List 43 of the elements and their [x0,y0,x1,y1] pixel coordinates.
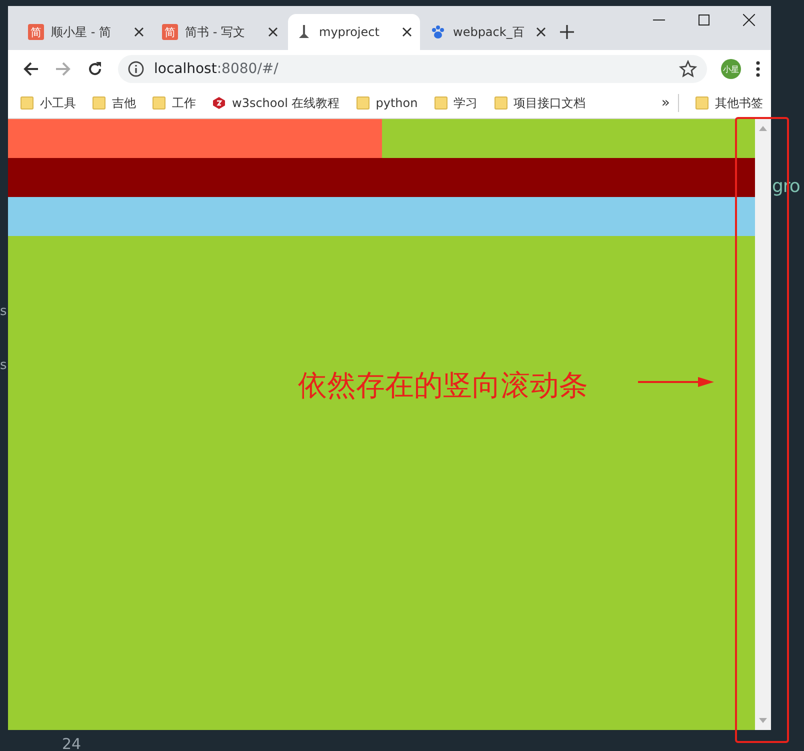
bookmark-item[interactable]: 项目接口文档 [494,94,586,112]
paw-icon [430,24,446,40]
url-text: localhost:8080/#/ [154,61,280,77]
folder-icon [695,96,709,110]
more-bookmarks-button[interactable]: » [661,95,670,111]
code-text: s [0,358,7,373]
bookmark-item[interactable]: 小工具 [20,94,76,112]
folder-icon [152,96,166,110]
folder-icon [494,96,508,110]
star-icon[interactable] [679,60,697,78]
browser-tab[interactable]: 简 简书 - 写文 [154,14,286,50]
bookmark-item[interactable]: 学习 [434,94,478,112]
close-icon[interactable] [743,14,755,26]
maximize-icon[interactable] [698,14,710,26]
back-arrow-icon[interactable] [22,60,40,78]
folder-icon [356,96,370,110]
address-bar[interactable]: localhost:8080/#/ [118,55,707,83]
new-tab-icon[interactable] [560,25,574,39]
code-text: s [0,304,7,319]
bookmark-item[interactable]: 工作 [152,94,196,112]
site-icon: 简 [162,24,178,40]
close-icon[interactable] [402,27,412,37]
annotation-text: 依然存在的竖向滚动条 [298,367,588,404]
bookmark-item[interactable]: 其他书签 [695,94,763,112]
folder-icon [20,96,34,110]
browser-tab[interactable]: webpack_百 [422,14,554,50]
browser-tab[interactable]: 简 顺小星 - 简 [20,14,152,50]
bookmark-item[interactable]: w3school 在线教程 [212,94,340,112]
arrow-icon [638,376,714,388]
browser-tab[interactable]: myproject [288,14,420,50]
folder-icon [92,96,106,110]
folder-icon [434,96,448,110]
reload-icon[interactable] [86,60,104,78]
close-icon[interactable] [268,27,278,37]
menu-icon[interactable] [755,60,761,78]
bookmark-item[interactable]: 吉他 [92,94,136,112]
site-icon [212,96,226,110]
close-icon[interactable] [536,27,546,37]
info-icon[interactable] [128,61,144,77]
site-icon: 简 [28,24,44,40]
close-icon[interactable] [134,27,144,37]
bookmark-item[interactable]: python [356,96,418,110]
code-text: 24 [62,735,82,751]
